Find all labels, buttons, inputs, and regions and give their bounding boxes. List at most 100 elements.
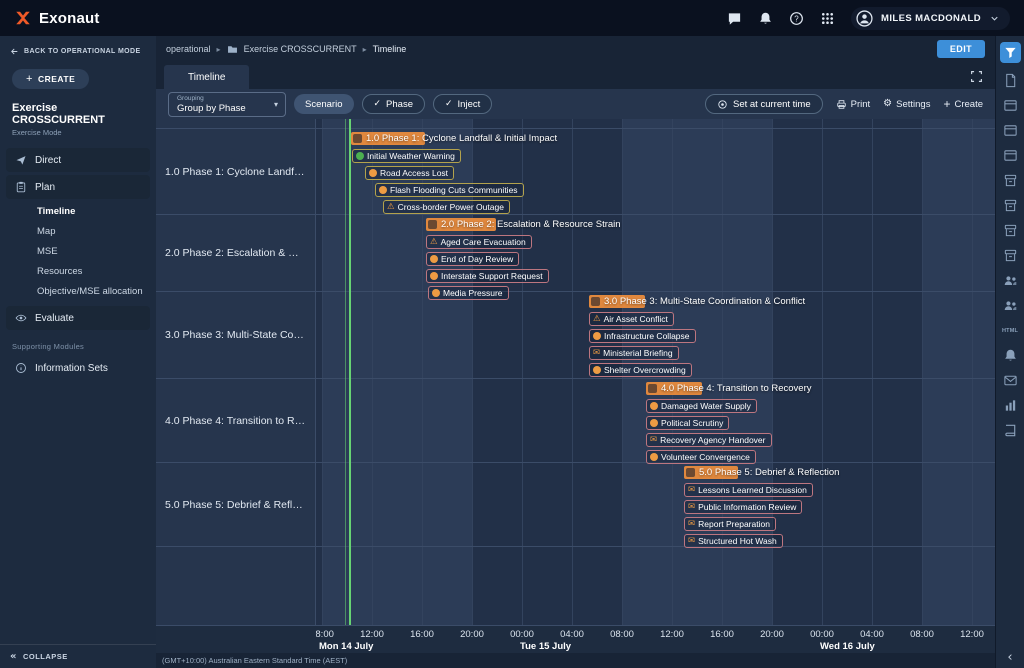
caret-down-icon: ▾ <box>274 100 278 109</box>
box-icon[interactable] <box>1003 248 1018 263</box>
axis-tick: 12:00 <box>360 629 384 640</box>
inject-item[interactable]: Interstate Support Request <box>426 269 549 283</box>
inject-item[interactable]: Road Access Lost <box>365 166 454 180</box>
sidebar-item-mse[interactable]: MSE <box>0 241 156 261</box>
breadcrumb-operational[interactable]: operational <box>166 44 211 54</box>
current-time-marker <box>349 119 351 625</box>
html-icon[interactable]: HTML <box>1003 323 1018 338</box>
user-name: MILES MACDONALD <box>881 13 981 24</box>
settings-button[interactable]: ⚙ Settings <box>883 99 930 110</box>
filter-icon[interactable] <box>1000 42 1021 63</box>
axis-tick: 12:00 <box>960 629 984 640</box>
card-icon[interactable] <box>1003 148 1018 163</box>
inject-item[interactable]: ⚠Cross-border Power Outage <box>383 200 510 214</box>
box-icon[interactable] <box>1003 198 1018 213</box>
grouping-value: Group by Phase <box>177 103 263 114</box>
user-menu[interactable]: MILES MACDONALD <box>851 7 1010 30</box>
sidebar-item-direct[interactable]: Direct <box>6 148 150 172</box>
inject-item[interactable]: ✉Structured Hot Wash <box>684 534 783 548</box>
gridline <box>772 119 773 625</box>
axis-tick: 08:00 <box>610 629 634 640</box>
grouping-label: Grouping <box>177 95 263 103</box>
tab-timeline[interactable]: Timeline <box>164 65 249 89</box>
sidebar-plan-children: TimelineMapMSEResourcesObjective/MSE all… <box>0 199 156 303</box>
phase-bar-icon <box>353 134 362 143</box>
file-icon[interactable] <box>1003 73 1018 88</box>
inject-item[interactable]: ✉Lessons Learned Discussion <box>684 483 813 497</box>
inject-item[interactable]: ✉Report Preparation <box>684 517 776 531</box>
card-icon[interactable] <box>1003 98 1018 113</box>
bell-icon[interactable] <box>758 11 773 26</box>
grouping-select[interactable]: Grouping Group by Phase ▾ <box>168 92 286 117</box>
apps-grid-icon[interactable] <box>820 11 835 26</box>
rail-collapse-button[interactable]: ‹ <box>1007 652 1012 664</box>
inject-item[interactable]: End of Day Review <box>426 252 519 266</box>
inject-item[interactable]: ⚠Air Asset Conflict <box>589 312 674 326</box>
phase-bar-label: 2.0 Phase 2: Escalation & Resource Strai… <box>428 218 621 231</box>
mail-icon[interactable] <box>1003 373 1018 388</box>
sidebar-item-evaluate[interactable]: Evaluate <box>6 306 150 330</box>
exercise-mode-label: Exercise Mode <box>12 128 144 137</box>
axis-tick: 20:00 <box>760 629 784 640</box>
plan-icon <box>15 181 27 193</box>
inject-filter-chip[interactable]: ✓ Inject <box>433 94 492 114</box>
brand[interactable]: Exonaut <box>14 9 100 27</box>
svg-text:?: ? <box>794 14 799 23</box>
inject-item[interactable]: Infrastructure Collapse <box>589 329 696 343</box>
direct-icon <box>15 154 27 166</box>
sidebar-item-objective-mse-allocation[interactable]: Objective/MSE allocation <box>0 281 156 301</box>
inject-item[interactable]: ✉Ministerial Briefing <box>589 346 679 360</box>
inject-item[interactable]: ⚠Aged Care Evacuation <box>426 235 532 249</box>
back-to-operational-link[interactable]: BACK TO OPERATIONAL MODE <box>0 36 156 60</box>
help-icon[interactable]: ? <box>789 11 804 26</box>
sidebar-item-information-sets[interactable]: Information Sets <box>6 356 150 380</box>
exonaut-logo-icon <box>14 9 32 27</box>
sidebar-item-resources[interactable]: Resources <box>0 261 156 281</box>
inject-item[interactable]: Flash Flooding Cuts Communities <box>375 183 524 197</box>
users-icon[interactable] <box>1003 298 1018 313</box>
create-inject-button[interactable]: + Create <box>943 99 983 110</box>
inject-item[interactable]: Shelter Overcrowding <box>589 363 692 377</box>
sidebar-nav: Direct Plan TimelineMapMSEResourcesObjec… <box>0 145 156 330</box>
box-icon[interactable] <box>1003 223 1018 238</box>
gantt-row-labels: 1.0 Phase 1: Cyclone Landfall & Initial … <box>156 119 316 625</box>
edit-button[interactable]: EDIT <box>937 40 985 58</box>
breadcrumb-timeline[interactable]: Timeline <box>373 44 407 54</box>
inject-item[interactable]: ✉Recovery Agency Handover <box>646 433 772 447</box>
phase-bar-icon <box>591 297 600 306</box>
gridline <box>722 119 723 625</box>
inject-item[interactable]: Media Pressure <box>428 286 509 300</box>
print-icon <box>836 99 847 110</box>
check-icon: ✓ <box>445 100 453 109</box>
inject-item[interactable]: Volunteer Convergence <box>646 450 756 464</box>
sidebar-item-map[interactable]: Map <box>0 221 156 241</box>
plus-icon: + <box>943 100 950 109</box>
chart-icon[interactable] <box>1003 398 1018 413</box>
sidebar-collapse-button[interactable]: « COLLAPSE <box>0 644 156 668</box>
print-button[interactable]: Print <box>836 99 871 110</box>
inject-item[interactable]: Damaged Water Supply <box>646 399 757 413</box>
bell-icon[interactable] <box>1003 348 1018 363</box>
users-icon[interactable] <box>1003 273 1018 288</box>
chevron-right-icon: ▸ <box>363 45 367 54</box>
inject-item[interactable]: ✉Public Information Review <box>684 500 802 514</box>
set-current-time-button[interactable]: Set at current time <box>705 94 823 114</box>
inject-item[interactable]: Political Scrutiny <box>646 416 729 430</box>
chat-icon[interactable] <box>727 11 742 26</box>
timeline-row-label: 2.0 Phase 2: Escalation & Resource Strai… <box>156 215 315 292</box>
breadcrumb-exercise[interactable]: Exercise CROSSCURRENT <box>244 44 357 54</box>
book-icon[interactable] <box>1003 423 1018 438</box>
card-icon[interactable] <box>1003 123 1018 138</box>
box-icon[interactable] <box>1003 173 1018 188</box>
create-button[interactable]: + CREATE <box>12 69 89 89</box>
inject-item[interactable]: Initial Weather Warning <box>352 149 461 163</box>
phase-filter-chip[interactable]: ✓ Phase <box>362 94 425 114</box>
scenario-button[interactable]: Scenario <box>294 94 354 114</box>
topbar: Exonaut ? MILES MACDONALD <box>0 0 1024 36</box>
sidebar-item-timeline[interactable]: Timeline <box>0 201 156 221</box>
fullscreen-icon[interactable] <box>970 70 983 83</box>
info-icon <box>15 362 27 374</box>
timeline-toolbar: Grouping Group by Phase ▾ Scenario ✓ Pha… <box>156 89 995 119</box>
sidebar-item-plan[interactable]: Plan <box>6 175 150 199</box>
brand-name: Exonaut <box>39 10 100 27</box>
